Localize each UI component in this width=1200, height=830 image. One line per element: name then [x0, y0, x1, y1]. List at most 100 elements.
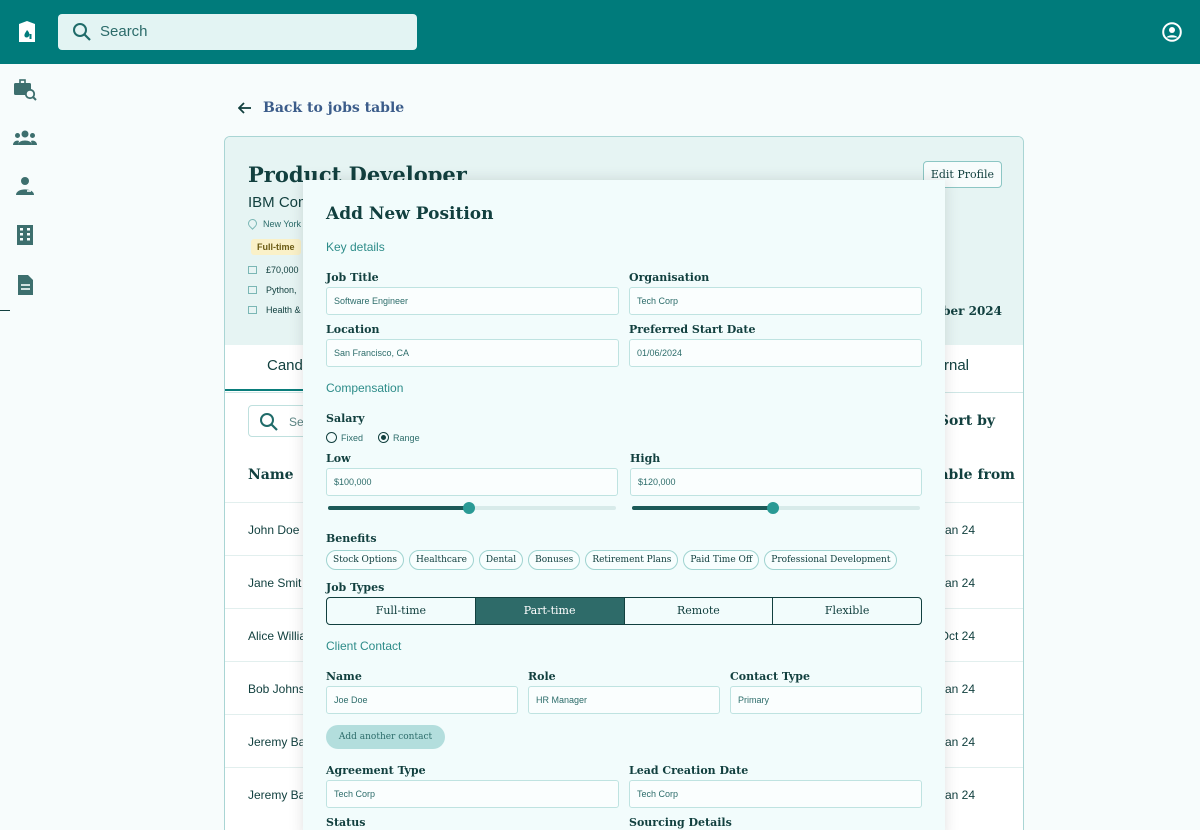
- briefcase-icon: [248, 266, 257, 274]
- slider-high-handle[interactable]: [767, 502, 780, 514]
- low-label: Low: [326, 452, 351, 465]
- search-icon: [73, 23, 91, 41]
- agreement-type-label: Agreement Type: [326, 764, 426, 777]
- benefit-chip[interactable]: Paid Time Off: [683, 550, 760, 570]
- organisation-label: Organisation: [629, 271, 710, 284]
- salary-mode-group: Fixed Range: [326, 432, 420, 443]
- lead-date-label: Lead Creation Date: [629, 764, 749, 777]
- candidate-name: Alice Willia: [248, 629, 307, 643]
- job-location: New York: [246, 217, 301, 230]
- tab-candidates[interactable]: Cand: [267, 357, 303, 374]
- sidebar-nav: [0, 64, 48, 830]
- job-type-option[interactable]: Remote: [625, 598, 774, 624]
- list-icon: [248, 286, 257, 294]
- benefit-chip[interactable]: Stock Options: [326, 550, 405, 570]
- start-date-input[interactable]: 01/06/2024: [629, 339, 922, 367]
- radio-fixed[interactable]: [326, 432, 337, 443]
- salary-label: Salary: [326, 412, 365, 425]
- groups-icon[interactable]: [13, 126, 37, 150]
- organisation-input[interactable]: Tech Corp: [629, 287, 922, 315]
- candidate-name: Bob Johns: [248, 682, 305, 696]
- salary-high-input[interactable]: $120,000: [630, 468, 922, 496]
- contact-name-input[interactable]: Joe Doe: [326, 686, 518, 714]
- account-circle-icon[interactable]: [1162, 22, 1182, 42]
- salary-high-slider[interactable]: [632, 502, 920, 514]
- person-icon[interactable]: [13, 174, 37, 198]
- salary-low-slider[interactable]: [328, 502, 616, 514]
- job-skills-text: Python,: [266, 285, 297, 295]
- candidate-available: an 24: [944, 576, 975, 590]
- job-benefits-text: Health &: [266, 305, 301, 315]
- job-types-label: Job Types: [326, 581, 385, 594]
- search-icon: [260, 413, 278, 431]
- building-icon[interactable]: [13, 223, 37, 247]
- location-label: Location: [326, 323, 380, 336]
- job-salary: £70,000: [248, 265, 299, 275]
- job-types-toggle: Full-time Part-time Remote Flexible: [326, 597, 922, 625]
- sidebar-selection-indicator: [0, 310, 10, 311]
- benefits-label: Benefits: [326, 532, 377, 545]
- candidate-name: Jane Smit: [248, 576, 302, 590]
- radio-range[interactable]: [378, 432, 390, 443]
- location-pin-icon: [246, 217, 259, 230]
- benefit-chip[interactable]: Healthcare: [409, 550, 474, 570]
- benefit-chip[interactable]: Bonuses: [528, 550, 581, 570]
- section-compensation: Compensation: [326, 381, 404, 395]
- benefit-chips: Stock Options Healthcare Dental Bonuses Reti…: [326, 549, 902, 570]
- benefit-chip[interactable]: Dental: [478, 550, 524, 570]
- add-position-modal: Add New Position Key details Job Title O…: [303, 180, 945, 830]
- job-type-badge: Full-time: [251, 239, 301, 255]
- status-label: Status: [326, 816, 366, 829]
- slider-low-fill: [328, 506, 470, 510]
- radio-range-label: Range: [393, 433, 420, 443]
- section-key-details: Key details: [326, 240, 385, 254]
- sourcing-label: Sourcing Details: [629, 816, 732, 829]
- location-input[interactable]: San Francisco, CA: [326, 339, 619, 367]
- candidate-name: Jeremy Ba: [248, 735, 306, 749]
- job-type-option[interactable]: Flexible: [773, 598, 921, 624]
- lead-date-input[interactable]: Tech Corp: [629, 780, 922, 808]
- agreement-type-input[interactable]: Tech Corp: [326, 780, 619, 808]
- job-type-option[interactable]: Full-time: [327, 598, 476, 624]
- job-benefits: Health &: [248, 305, 301, 315]
- sort-by-control[interactable]: Sort by: [939, 413, 995, 429]
- back-link-label: Back to jobs table: [263, 100, 405, 116]
- candidate-available: an 24: [944, 735, 975, 749]
- job-title-input[interactable]: Software Engineer: [326, 287, 619, 315]
- job-company: IBM Com: [248, 194, 311, 211]
- candidate-available: an 24: [944, 682, 975, 696]
- candidate-name: Jeremy Ba: [248, 788, 306, 802]
- radio-fixed-label: Fixed: [341, 433, 364, 443]
- trophy-icon: [248, 306, 257, 314]
- app-logo-icon[interactable]: [16, 20, 38, 44]
- job-title-label: Job Title: [326, 271, 379, 284]
- arrow-left-icon: [238, 102, 251, 114]
- benefit-chip[interactable]: Professional Development: [764, 550, 898, 570]
- search-placeholder: Search: [100, 23, 148, 40]
- candidate-name: John Doe: [248, 523, 300, 537]
- slider-low-handle[interactable]: [463, 502, 476, 514]
- add-contact-button[interactable]: Add another contact: [326, 725, 445, 749]
- document-icon[interactable]: [13, 273, 37, 297]
- job-search-icon[interactable]: [13, 78, 37, 102]
- contact-role-label: Role: [528, 670, 556, 683]
- benefit-chip[interactable]: Retirement Plans: [585, 550, 679, 570]
- candidate-available: an 24: [944, 523, 975, 537]
- modal-title: Add New Position: [326, 204, 494, 224]
- column-header-name: Name: [248, 467, 294, 483]
- job-type-option[interactable]: Part-time: [475, 598, 625, 624]
- candidate-search-placeholder: Se: [289, 415, 304, 429]
- contact-name-label: Name: [326, 670, 362, 683]
- job-salary-text: £70,000: [266, 265, 299, 275]
- high-label: High: [630, 452, 661, 465]
- contact-type-select[interactable]: Primary: [730, 686, 922, 714]
- start-date-label: Preferred Start Date: [629, 323, 756, 336]
- contact-role-input[interactable]: HR Manager: [528, 686, 720, 714]
- global-search-input[interactable]: Search: [58, 14, 417, 50]
- top-app-bar: Search: [0, 0, 1200, 64]
- salary-low-input[interactable]: $100,000: [326, 468, 618, 496]
- section-client-contact: Client Contact: [326, 639, 402, 653]
- tab-journal[interactable]: rnal: [944, 357, 969, 374]
- contact-type-label: Contact Type: [730, 670, 810, 683]
- slider-high-fill: [632, 506, 774, 510]
